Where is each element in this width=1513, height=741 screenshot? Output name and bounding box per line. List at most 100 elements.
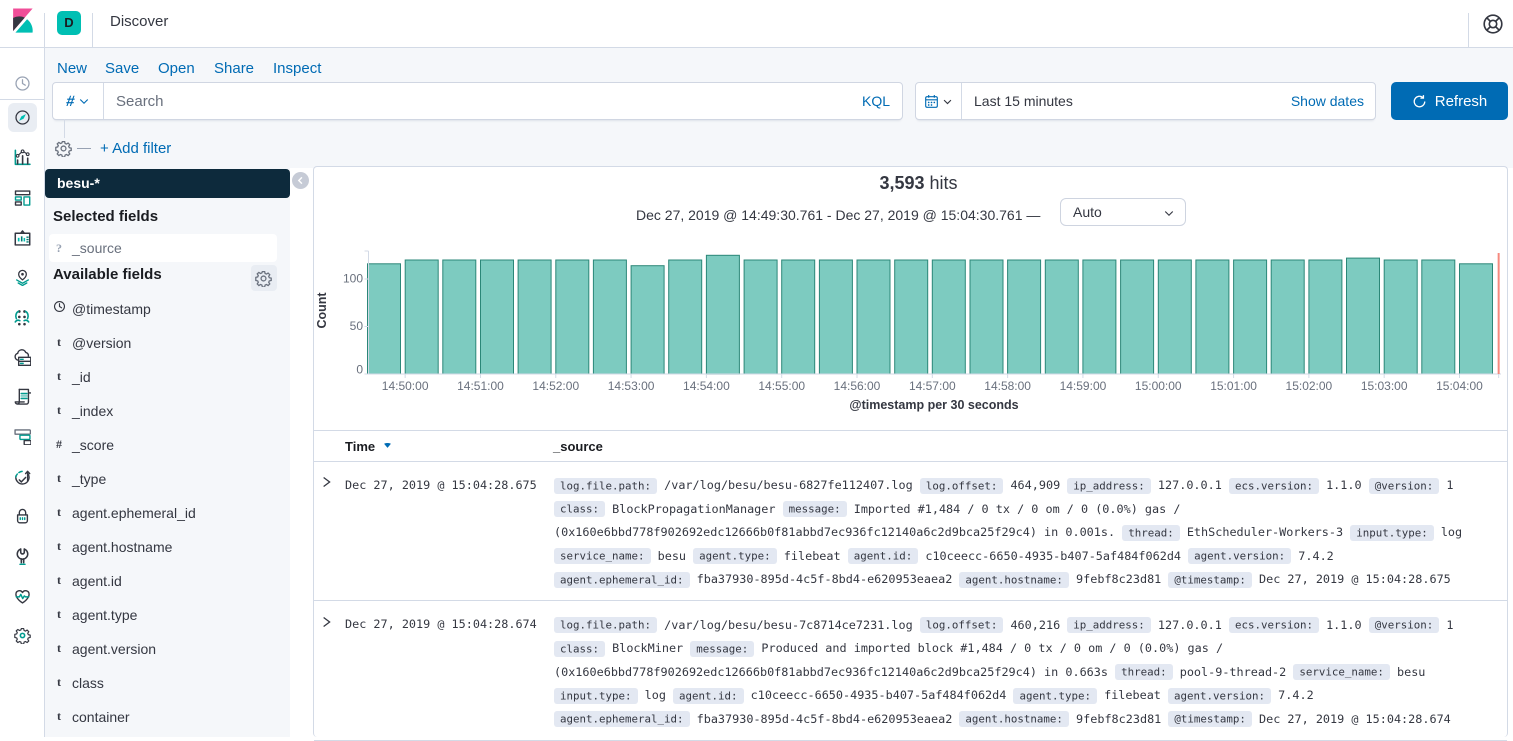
histogram-bar[interactable]	[857, 260, 890, 374]
field-name-chip: agent.type:	[693, 548, 777, 564]
y-axis-title: Count	[315, 292, 329, 329]
histogram-bar[interactable]	[631, 266, 664, 374]
source-line: (0x160e6bbd778f902692edc12666b0f81abbd7e…	[554, 661, 1501, 685]
histogram-bar[interactable]	[1309, 260, 1342, 374]
histogram-bar[interactable]	[1234, 260, 1267, 374]
histogram-bar[interactable]	[518, 260, 551, 374]
field-item-agent.version[interactable]: t agent.version	[49, 635, 277, 663]
field-name: agent.ephemeral_id	[72, 505, 196, 521]
row-time: Dec 27, 2019 @ 15:04:28.674	[345, 613, 537, 637]
time-range-value[interactable]: Last 15 minutes	[974, 83, 1073, 119]
field-item-_type[interactable]: t_type	[49, 465, 277, 493]
x-tick-label: 15:04:00	[1436, 379, 1483, 393]
interval-select[interactable]: Auto	[1060, 198, 1186, 226]
histogram-bar[interactable]	[443, 260, 476, 374]
field-item-class[interactable]: tclass	[49, 669, 277, 697]
canvas-icon	[14, 229, 31, 246]
field-name-chip: message:	[690, 641, 754, 657]
histogram-bar[interactable]	[669, 260, 702, 374]
histogram-bar[interactable]	[1460, 264, 1493, 374]
histogram-bar[interactable]	[895, 260, 928, 374]
histogram-bar[interactable]	[1422, 260, 1455, 374]
field-value: 460,216	[1010, 618, 1060, 632]
nav-item-canvas[interactable]	[8, 223, 37, 252]
nav-item-siem[interactable]	[8, 502, 37, 531]
nav-item-visualize[interactable]	[8, 143, 37, 172]
field-item-@timestamp[interactable]: @timestamp	[49, 295, 277, 323]
expand-row-icon[interactable]	[321, 476, 333, 488]
nav-item-apm[interactable]	[8, 422, 37, 451]
nav-item-uptime[interactable]	[8, 462, 37, 491]
nav-item-discover[interactable]	[8, 103, 37, 132]
calendar-dropdown-button[interactable]	[916, 83, 962, 119]
field-item-_score[interactable]: #_score	[49, 431, 277, 459]
histogram-bar[interactable]	[1008, 260, 1041, 374]
hits-count: 3,593	[879, 173, 924, 193]
collapse-sidebar-button[interactable]	[292, 172, 309, 189]
histogram-bar[interactable]	[1158, 260, 1191, 374]
nav-item-stack-monitoring[interactable]	[8, 582, 37, 611]
histogram-bar[interactable]	[970, 260, 1003, 374]
source-line: service_name: besu agent.type: filebeat …	[554, 545, 1501, 569]
histogram-bar[interactable]	[706, 255, 739, 374]
field-item-@version[interactable]: t@version	[49, 329, 277, 357]
field-value: filebeat	[784, 549, 841, 563]
nav-item-maps[interactable]	[8, 263, 37, 292]
histogram-bar[interactable]	[819, 260, 852, 374]
field-item-agent.id[interactable]: tagent.id	[49, 567, 277, 595]
top-header: D Discover	[0, 0, 1513, 48]
histogram-bar[interactable]	[1045, 260, 1078, 374]
histogram-bar[interactable]	[1121, 260, 1154, 374]
histogram-bar[interactable]	[782, 260, 815, 374]
field-name: @version	[72, 335, 131, 351]
number-type-icon: #	[53, 437, 65, 452]
show-dates-link[interactable]: Show dates	[1291, 83, 1364, 119]
nav-item-logs[interactable]	[8, 382, 37, 411]
field-name: agent.hostname	[72, 539, 172, 555]
field-value: besu	[1397, 665, 1425, 679]
histogram-bar[interactable]	[1196, 260, 1229, 374]
field-item-_id[interactable]: t_id	[49, 363, 277, 391]
field-item-container[interactable]: tcontainer	[49, 703, 277, 731]
nav-item-management[interactable]	[8, 621, 37, 650]
index-pattern-selector[interactable]: besu-*	[45, 169, 290, 198]
field-item-agent.type[interactable]: tagent.type	[49, 601, 277, 629]
histogram-bar[interactable]	[744, 260, 777, 374]
histogram-bar[interactable]	[481, 260, 514, 374]
histogram-bar[interactable]	[405, 260, 438, 374]
nav-item-recently-viewed[interactable]	[8, 69, 37, 98]
histogram-bar[interactable]	[1083, 260, 1116, 374]
help-icon[interactable]	[1482, 13, 1504, 35]
kibana-logo[interactable]	[10, 8, 35, 34]
nav-item-machine-learning[interactable]	[8, 303, 37, 332]
histogram-bar[interactable]	[368, 264, 401, 374]
column-header-time[interactable]: Time	[345, 431, 393, 462]
x-tick-label: 14:55:00	[758, 379, 805, 393]
nav-item-dev-tools[interactable]	[8, 542, 37, 571]
histogram-bar[interactable]	[1347, 258, 1380, 374]
kql-language-toggle[interactable]: KQL	[862, 83, 890, 119]
fields-settings-gear-icon[interactable]	[255, 270, 272, 287]
histogram-bar[interactable]	[1384, 260, 1417, 374]
field-item-agent.hostname[interactable]: tagent.hostname	[49, 533, 277, 561]
nav-item-metrics[interactable]	[8, 343, 37, 372]
histogram-bar[interactable]	[593, 260, 626, 374]
nav-item-dashboard[interactable]	[8, 183, 37, 212]
string-type-icon: t	[53, 641, 65, 656]
field-item-_source[interactable]: ?_source	[49, 234, 277, 262]
chevron-down-icon	[942, 96, 953, 107]
document-row[interactable]: Dec 27, 2019 @ 15:04:28.675log.file.path…	[314, 462, 1507, 602]
histogram-bar[interactable]	[932, 260, 965, 374]
histogram-bar[interactable]	[1271, 260, 1304, 374]
app-badge[interactable]: D	[57, 11, 81, 35]
document-row[interactable]: Dec 27, 2019 @ 15:04:28.674log.file.path…	[314, 601, 1507, 741]
field-name: agent.version	[72, 641, 156, 657]
refresh-button[interactable]: Refresh	[1391, 82, 1508, 120]
field-name-chip: ip_address:	[1067, 478, 1151, 494]
field-item-_index[interactable]: t_index	[49, 397, 277, 425]
field-item-agent.ephemeral_id[interactable]: tagent.ephemeral_id	[49, 499, 277, 527]
histogram-chart[interactable]: 05010014:50:0014:51:0014:52:0014:53:0014…	[314, 237, 1507, 427]
expand-row-icon[interactable]	[321, 616, 333, 628]
field-value: (0x160e6bbd778f902692edc12666b0f81abbd7e…	[554, 665, 1108, 679]
histogram-bar[interactable]	[556, 260, 589, 374]
